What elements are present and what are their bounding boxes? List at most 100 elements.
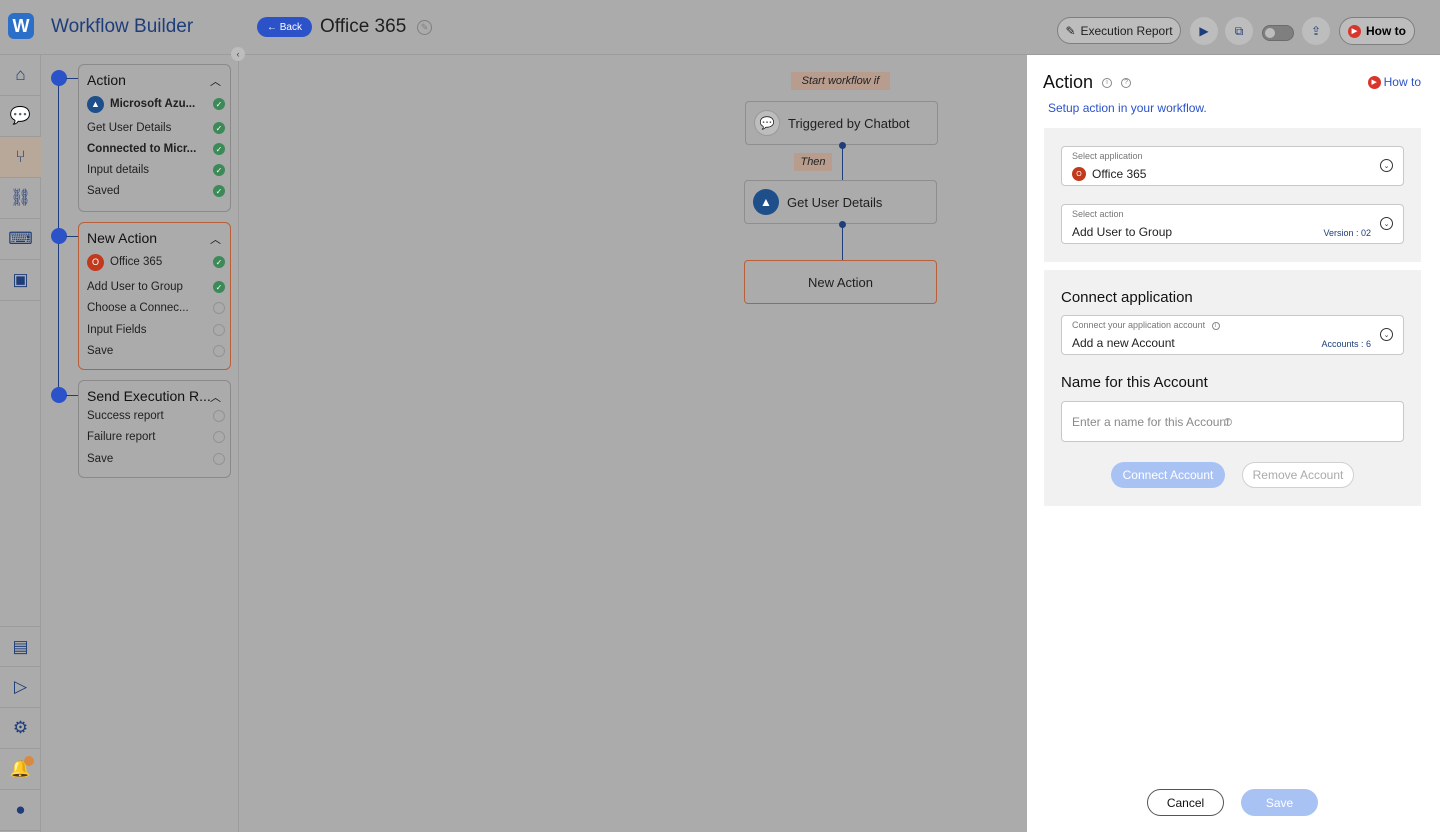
step-title: New Action — [87, 230, 158, 246]
connect-account-button[interactable]: Connect Account — [1111, 462, 1225, 488]
step-dot — [51, 70, 67, 86]
check-icon: ✓ — [213, 185, 225, 197]
chevron-down-icon[interactable]: ⌄ — [1380, 217, 1393, 230]
info-icon[interactable]: i — [1102, 78, 1113, 89]
node-label: Get User Details — [787, 194, 883, 210]
notification-badge — [24, 756, 34, 766]
step-connector — [66, 236, 78, 237]
cancel-button[interactable]: Cancel — [1147, 789, 1224, 816]
get-user-details-node[interactable]: ▲ Get User Details — [744, 180, 937, 224]
rail-agent[interactable]: ⌨ — [0, 219, 41, 260]
video-play-icon: ▶ — [1348, 24, 1361, 38]
chevron-left-icon: ‹ — [236, 49, 240, 59]
name-heading: Name for this Account — [1061, 374, 1208, 391]
panel-subtitle: Setup action in your workflow. — [1048, 101, 1207, 115]
home-icon: ⌂ — [15, 65, 26, 84]
user-icon: ● — [15, 800, 26, 819]
node-label: New Action — [807, 274, 874, 290]
new-action-node[interactable]: New Action — [744, 260, 937, 304]
top-bar: W Workflow Builder ← Back Office 365 ✎ ✎… — [0, 0, 1440, 55]
run-button[interactable]: ▶ — [1190, 17, 1218, 45]
page-title: Office 365 — [320, 16, 407, 37]
pending-circle-icon — [213, 453, 225, 465]
account-select-field[interactable]: Connect your application account i Add a… — [1061, 315, 1404, 355]
edit-title-icon[interactable]: ✎ — [417, 20, 432, 35]
step-item: Save — [87, 342, 225, 360]
how-to-label: How to — [1366, 24, 1406, 38]
select-application-field[interactable]: Select application O Office 365 ⌄ — [1061, 146, 1404, 186]
application-section: Select application O Office 365 ⌄ Select… — [1044, 128, 1421, 262]
link-icon: ⛓ — [9, 188, 32, 207]
version-label: Version : 02 — [1323, 228, 1371, 238]
rail-home[interactable]: ⌂ — [0, 55, 41, 96]
rail-videos[interactable]: ▷ — [0, 667, 41, 708]
check-icon: ✓ — [213, 98, 225, 110]
step-item: Choose a Connec... — [87, 299, 225, 317]
chevron-down-icon[interactable]: ⌄ — [1380, 328, 1393, 341]
save-button[interactable]: Save — [1241, 789, 1318, 816]
trigger-label: Triggered by Chatbot — [788, 115, 910, 131]
chevron-up-icon[interactable]: ︿ — [210, 231, 221, 247]
select-action-field[interactable]: Select action Add User to Group Version … — [1061, 204, 1404, 244]
left-rail: ⌂ 💬 ⑂ ⛓ ⌨ ▣ ▤ ▷ ⚙ 🔔 ● — [0, 55, 41, 832]
connect-section: Connect application Connect your applica… — [1044, 270, 1421, 506]
step-item: Get User Details ✓ — [87, 119, 225, 137]
check-icon: ✓ — [213, 256, 225, 268]
step-card-new-action[interactable]: New Action ︿ O Office 365 ✓ Add User to … — [78, 222, 231, 370]
connector-dot — [839, 221, 846, 228]
pending-circle-icon — [213, 410, 225, 422]
execution-report-label: Execution Report — [1080, 23, 1173, 38]
rail-integrations[interactable]: ⛓ — [0, 178, 41, 219]
back-button[interactable]: ← Back — [257, 17, 312, 37]
how-to-button[interactable]: ▶ How to — [1339, 17, 1415, 45]
step-card-send-report[interactable]: Send Execution R... ︿ Success report Fai… — [78, 380, 231, 478]
rail-settings[interactable]: ⚙ — [0, 708, 41, 749]
step-card-action[interactable]: Action ︿ ▲ Microsoft Azu... ✓ Get User D… — [78, 64, 231, 212]
chevron-up-icon[interactable]: ︿ — [210, 389, 221, 405]
step-item: Success report — [87, 407, 225, 425]
step-item: ▲ Microsoft Azu... ✓ — [87, 95, 225, 113]
flow-connector — [842, 145, 843, 181]
video-icon: ▷ — [13, 677, 28, 696]
report-icon: ✎ — [1065, 23, 1076, 38]
trigger-node[interactable]: 💬 Triggered by Chatbot — [745, 101, 938, 145]
execution-report-button[interactable]: ✎ Execution Report — [1057, 17, 1181, 44]
duplicate-button[interactable]: ⧉ — [1225, 17, 1253, 45]
action-panel: Action i ? ▶ How to Setup action in your… — [1027, 55, 1440, 832]
pending-circle-icon — [213, 302, 225, 314]
remove-account-button[interactable]: Remove Account — [1242, 462, 1354, 488]
rail-workflow[interactable]: ⑂ — [0, 137, 41, 178]
rail-inbox[interactable]: ▣ — [0, 260, 41, 301]
active-toggle[interactable] — [1262, 25, 1294, 41]
step-item: Saved ✓ — [87, 182, 225, 200]
account-name-input[interactable] — [1061, 401, 1404, 442]
rail-chat[interactable]: 💬 — [0, 96, 41, 137]
azure-icon: ▲ — [87, 95, 104, 113]
play-icon: ▶ — [1199, 24, 1209, 38]
collapse-panel-button[interactable]: ‹ — [231, 47, 245, 61]
info-icon[interactable]: i — [1224, 418, 1232, 426]
step-item: Failure report — [87, 428, 225, 446]
rail-profile[interactable]: ● — [0, 790, 41, 831]
copy-icon: ⧉ — [1234, 23, 1244, 38]
app-title: Workflow Builder — [51, 16, 194, 37]
chat-icon: 💬 — [754, 110, 780, 136]
step-connector — [66, 395, 78, 396]
info-icon[interactable]: i — [1211, 321, 1220, 330]
step-connector — [66, 78, 78, 79]
rail-notifications[interactable]: 🔔 — [0, 749, 41, 790]
chat-icon: 💬 — [9, 106, 32, 125]
chevron-down-icon[interactable]: ⌄ — [1380, 159, 1393, 172]
help-icon[interactable]: ? — [1121, 78, 1132, 89]
connector-dot — [839, 142, 846, 149]
step-item: Connected to Micr... ✓ — [87, 140, 225, 158]
form-icon: ▤ — [12, 636, 29, 656]
step-item: O Office 365 ✓ — [87, 253, 225, 271]
rail-forms[interactable]: ▤ — [0, 626, 41, 667]
export-button[interactable]: ⇪ — [1302, 17, 1330, 45]
connect-heading: Connect application — [1061, 289, 1193, 306]
chevron-up-icon[interactable]: ︿ — [210, 73, 221, 89]
app-logo: W — [8, 13, 34, 39]
start-workflow-label: Start workflow if — [791, 72, 890, 90]
panel-how-to-link[interactable]: ▶ How to — [1367, 75, 1421, 89]
